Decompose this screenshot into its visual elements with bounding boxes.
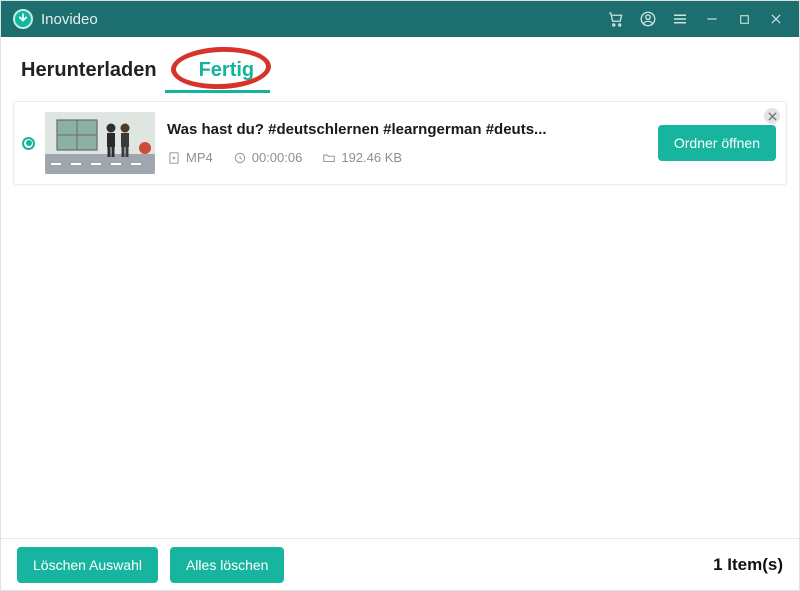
folder-icon bbox=[322, 151, 336, 165]
item-details-row: MP4 00:00:06 192.46 KB bbox=[167, 150, 658, 165]
select-radio[interactable] bbox=[22, 137, 35, 150]
item-size-value: 192.46 KB bbox=[341, 150, 402, 165]
footer-bar: Löschen Auswahl Alles löschen 1 Item(s) bbox=[1, 538, 799, 590]
menu-icon[interactable] bbox=[669, 8, 691, 30]
maximize-icon[interactable] bbox=[733, 8, 755, 30]
user-icon[interactable] bbox=[637, 8, 659, 30]
item-duration-value: 00:00:06 bbox=[252, 150, 303, 165]
item-duration: 00:00:06 bbox=[233, 150, 303, 165]
tab-done-label: Fertig bbox=[199, 59, 255, 81]
video-thumbnail bbox=[45, 112, 155, 174]
app-title: Inovideo bbox=[41, 11, 98, 28]
titlebar: Inovideo bbox=[1, 1, 799, 37]
tab-bar: Herunterladen Fertig bbox=[1, 37, 799, 93]
clock-icon bbox=[233, 151, 247, 165]
item-format: MP4 bbox=[167, 150, 213, 165]
item-format-value: MP4 bbox=[186, 150, 213, 165]
item-meta: Was hast du? #deutschlernen #learngerman… bbox=[167, 121, 658, 165]
app-logo-icon bbox=[13, 9, 33, 29]
cart-icon[interactable] bbox=[605, 8, 627, 30]
list-item: Was hast du? #deutschlernen #learngerman… bbox=[13, 101, 787, 185]
item-size: 192.46 KB bbox=[322, 150, 402, 165]
completed-list: Was hast du? #deutschlernen #learngerman… bbox=[1, 93, 799, 193]
minimize-icon[interactable] bbox=[701, 8, 723, 30]
open-folder-button[interactable]: Ordner öffnen bbox=[658, 125, 776, 161]
tab-done[interactable]: Fertig bbox=[177, 51, 273, 92]
delete-selection-button[interactable]: Löschen Auswahl bbox=[17, 547, 158, 583]
item-title: Was hast du? #deutschlernen #learngerman… bbox=[167, 121, 658, 138]
video-file-icon bbox=[167, 151, 181, 165]
remove-item-button[interactable] bbox=[764, 108, 780, 124]
item-count-label: 1 Item(s) bbox=[713, 555, 783, 575]
tab-downloading[interactable]: Herunterladen bbox=[21, 51, 171, 92]
close-icon[interactable] bbox=[765, 8, 787, 30]
delete-all-button[interactable]: Alles löschen bbox=[170, 547, 285, 583]
